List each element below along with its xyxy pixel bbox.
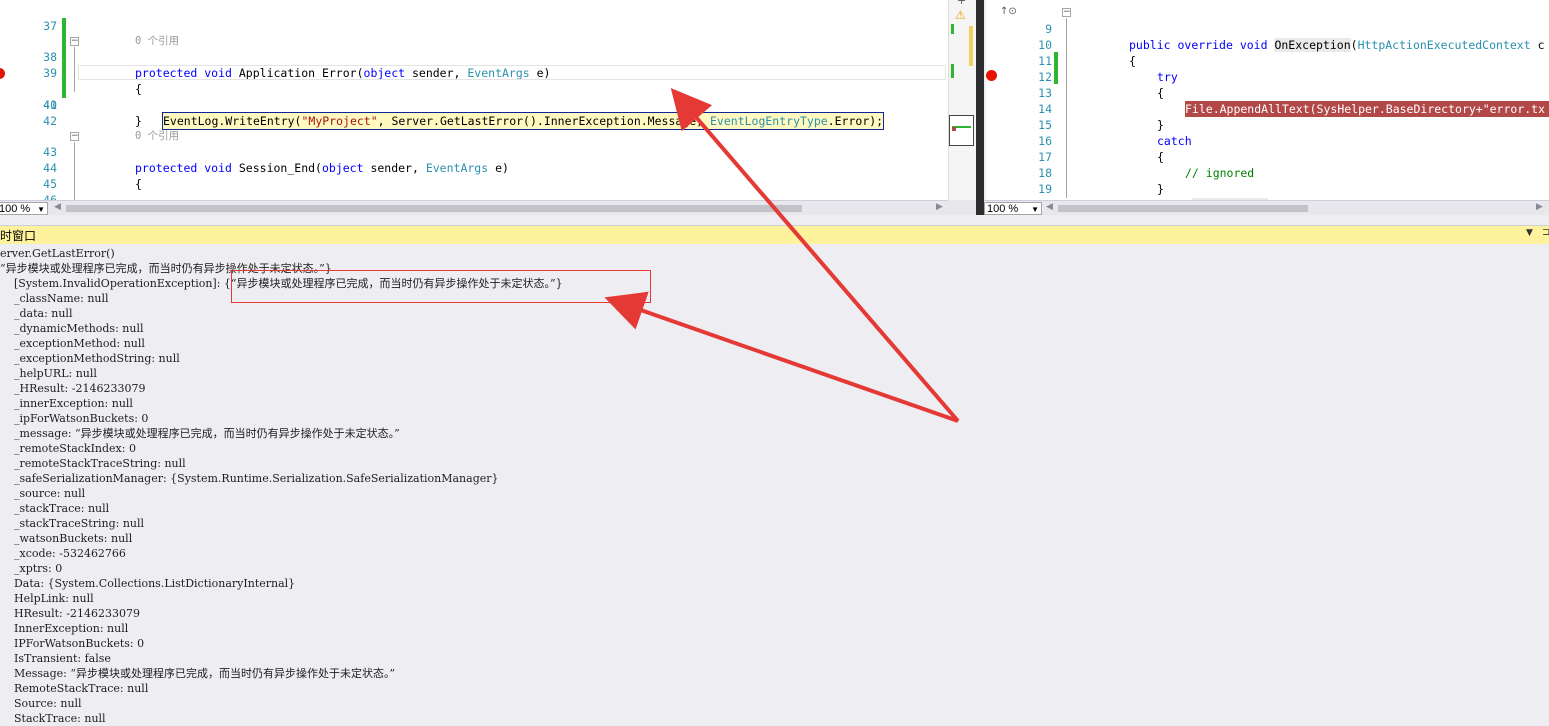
immediate-window-title: 时窗口 xyxy=(0,229,37,243)
change-marker xyxy=(951,24,954,34)
code-line: 10 { xyxy=(986,21,1549,68)
output-line: erver.GetLastError() xyxy=(0,247,115,260)
output-line: Source: null xyxy=(0,697,82,710)
annotation-highlight-box xyxy=(231,270,651,303)
scroll-corner xyxy=(948,200,976,215)
immediate-window-output[interactable]: erver.GetLastError() “异步模块或处理程序已完成，而当时仍有异… xyxy=(0,244,1549,725)
code-line: 17 // ignored xyxy=(986,133,1549,180)
output-line: HResult: -2146233079 xyxy=(0,607,140,620)
output-line: IPForWatsonBuckets: 0 xyxy=(0,637,145,650)
code-line: 0 个引用 xyxy=(0,17,948,47)
line-number: 46 xyxy=(43,193,57,200)
chevron-down-icon[interactable]: ▼ xyxy=(1526,228,1533,238)
output-line: _source: null xyxy=(0,487,86,500)
code-line: 38 protected void Application_Error(obje… xyxy=(0,33,948,80)
output-line: IsTransient: false xyxy=(0,652,111,665)
output-line: InnerException: null xyxy=(0,622,129,635)
output-line: HelpLink: null xyxy=(0,592,94,605)
code-line: 12 { xyxy=(986,53,1549,100)
output-line: _exceptionMethodString: null xyxy=(0,352,180,365)
output-line: _xcode: -532462766 xyxy=(0,547,126,560)
scroll-thumb[interactable] xyxy=(1058,205,1308,212)
change-marker xyxy=(951,64,954,78)
scroll-right-icon[interactable]: ▶ xyxy=(1536,202,1543,212)
output-line: _remoteStackIndex: 0 xyxy=(0,442,136,455)
code-line: 0 个引用 xyxy=(0,112,948,142)
code-line: 20 } xyxy=(986,181,1549,200)
output-line: _ipForWatsonBuckets: 0 xyxy=(0,412,149,425)
editor-splitter[interactable] xyxy=(976,0,984,215)
code-line: 18 } xyxy=(986,149,1549,196)
output-line: _dynamicMethods: null xyxy=(0,322,144,335)
code-editor-left[interactable]: − − 37 0 个引用 38 protected void Applicati… xyxy=(0,0,948,200)
code-line: 43 protected void Session_End(object sen… xyxy=(0,128,948,175)
code-line: 11 try xyxy=(986,37,1549,84)
code-line: 44 { xyxy=(0,144,948,191)
zoom-select[interactable]: 100 % ▼ xyxy=(0,202,48,215)
scroll-marker xyxy=(969,26,973,66)
output-line: _stackTraceString: null xyxy=(0,517,145,530)
scroll-thumb[interactable] xyxy=(66,205,802,212)
output-line: _HResult: -2146233079 xyxy=(0,382,146,395)
output-line: _className: null xyxy=(0,292,109,305)
code-line: 42 xyxy=(0,97,948,128)
immediate-window-header[interactable]: 时窗口 ▼ ⊐ xyxy=(0,225,1549,244)
code-line: 41 } xyxy=(0,81,948,128)
scroll-left-icon[interactable]: ◀ xyxy=(54,202,61,212)
horizontal-scrollbar-right[interactable]: 100 % ▼ ◀ ▶ xyxy=(984,200,1549,216)
code-line: 15 catch xyxy=(986,101,1549,148)
current-line-border xyxy=(78,65,946,80)
warning-icon: ⚠ xyxy=(955,8,966,22)
output-line: _exceptionMethod: null xyxy=(0,337,145,350)
scroll-map-viewport[interactable] xyxy=(949,115,974,146)
code-line: 45 xyxy=(0,160,948,191)
plus-icon[interactable]: + xyxy=(957,0,966,7)
zoom-select[interactable]: 100 % ▼ xyxy=(984,202,1042,215)
horizontal-scrollbar-left[interactable]: 100 % ▼ ◀ ▶ xyxy=(0,200,948,216)
code-line: 16 { xyxy=(986,117,1549,164)
output-line: _safeSerializationManager: {System.Runti… xyxy=(0,472,499,485)
vertical-scrollbar[interactable]: + ⚠ xyxy=(948,0,976,200)
code-line: 13 File.AppendAllText(SysHelper.BaseDire… xyxy=(986,69,1549,117)
output-line: _stackTrace: null xyxy=(0,502,110,515)
code-line: 9 public override void OnException(HttpA… xyxy=(986,5,1549,52)
code-editor-right[interactable]: ↑⊙ − 9 public override void OnException(… xyxy=(986,0,1549,200)
output-line: _xptrs: 0 xyxy=(0,562,63,575)
output-line: _message: “异步模块或处理程序已完成，而当时仍有异步操作处于未定状态。… xyxy=(0,427,400,440)
output-line: Data: {System.Collections.ListDictionary… xyxy=(0,577,296,590)
output-line: _data: null xyxy=(0,307,73,320)
code-line: 39 { xyxy=(0,49,948,96)
code-line-current: 40 EventLog.WriteEntry("MyProject", Serv… xyxy=(0,65,948,130)
output-line: RemoteStackTrace: null xyxy=(0,682,149,695)
output-line: Message: “异步模块或处理程序已完成，而当时仍有异步操作处于未定状态。” xyxy=(0,667,396,680)
output-line: _watsonBuckets: null xyxy=(0,532,133,545)
output-line: _helpURL: null xyxy=(0,367,97,380)
code-line: 37 xyxy=(0,2,948,33)
output-line: _remoteStackTraceString: null xyxy=(0,457,186,470)
code-line: 14 } xyxy=(986,85,1549,132)
pin-icon[interactable]: ⊐ xyxy=(1542,227,1549,238)
code-line: 19 base.OnException(context); xyxy=(986,165,1549,200)
scroll-right-icon[interactable]: ▶ xyxy=(936,202,943,212)
code-line: 46 } xyxy=(0,176,948,200)
scroll-left-icon[interactable]: ◀ xyxy=(1046,202,1053,212)
panel-gap xyxy=(0,215,1549,225)
output-line: _innerException: null xyxy=(0,397,133,410)
